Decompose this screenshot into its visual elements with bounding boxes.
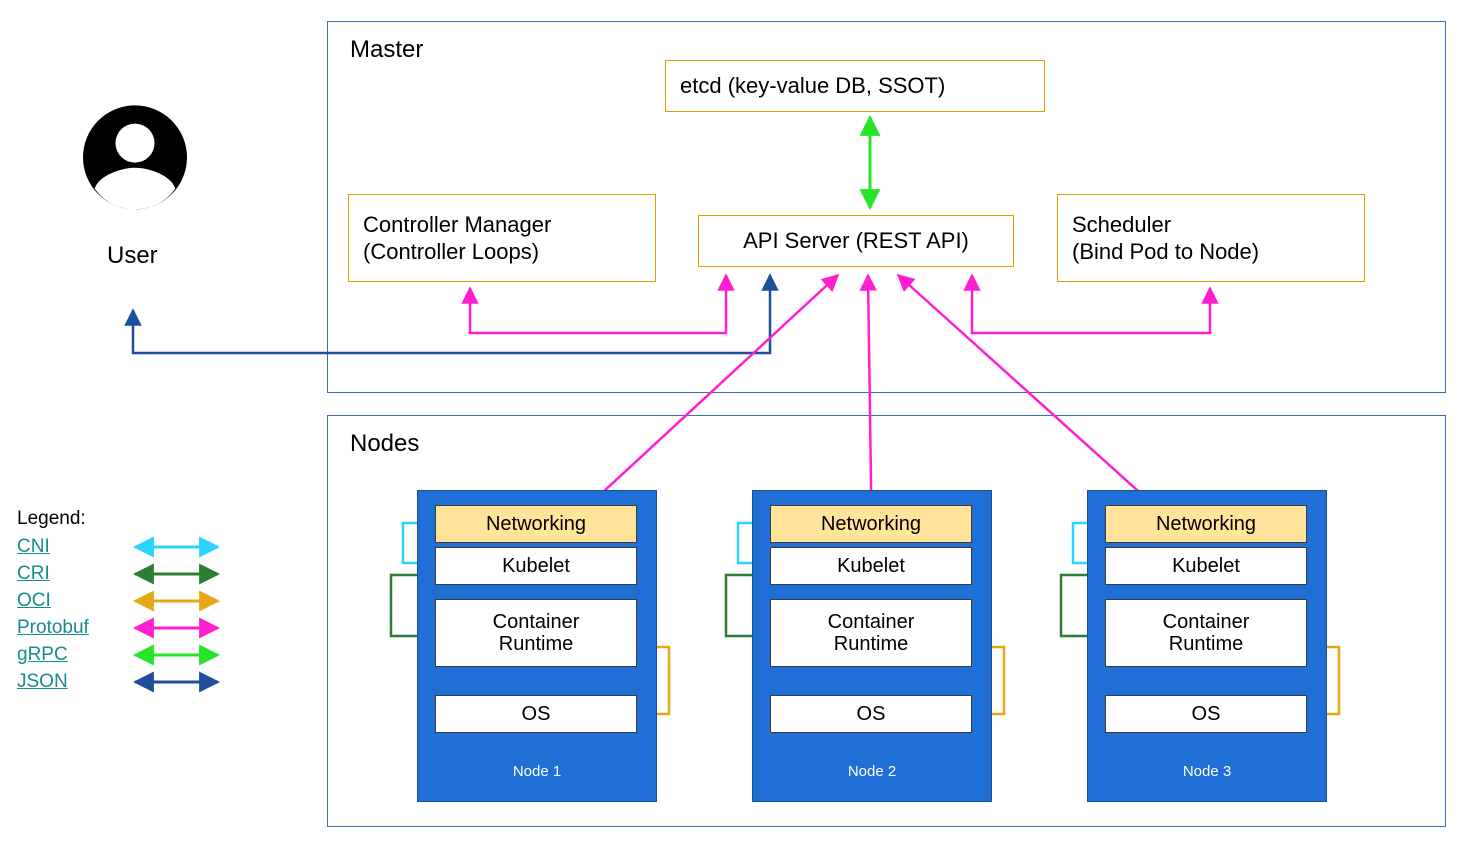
legend-json[interactable]: JSON [17, 671, 68, 692]
controller-l2: (Controller Loops) [363, 238, 539, 266]
scheduler-l1: Scheduler [1072, 211, 1171, 239]
api-box: API Server (REST API) [698, 215, 1014, 267]
node2-networking: Networking [770, 505, 972, 543]
node1-networking: Networking [435, 505, 637, 543]
user-icon [70, 95, 200, 225]
scheduler-l2: (Bind Pod to Node) [1072, 238, 1259, 266]
node3-runtime: ContainerRuntime [1105, 599, 1307, 667]
node1-os: OS [435, 695, 637, 733]
node-3: Networking Kubelet ContainerRuntime OS N… [1087, 490, 1327, 802]
controller-l1: Controller Manager [363, 211, 551, 239]
node2-kubelet: Kubelet [770, 547, 972, 585]
legend-title: Legend: [17, 508, 86, 530]
node3-caption: Node 3 [1088, 763, 1326, 780]
legend-cri[interactable]: CRI [17, 563, 50, 584]
node3-networking: Networking [1105, 505, 1307, 543]
node-1: Networking Kubelet ContainerRuntime OS N… [417, 490, 657, 802]
node3-kubelet: Kubelet [1105, 547, 1307, 585]
node2-os: OS [770, 695, 972, 733]
node1-kubelet: Kubelet [435, 547, 637, 585]
user-label: User [107, 242, 158, 270]
node2-caption: Node 2 [753, 763, 991, 780]
api-label: API Server (REST API) [743, 228, 969, 254]
master-title: Master [350, 36, 423, 64]
node3-os: OS [1105, 695, 1307, 733]
etcd-label: etcd (key-value DB, SSOT) [680, 73, 945, 99]
legend-grpc[interactable]: gRPC [17, 644, 68, 665]
etcd-box: etcd (key-value DB, SSOT) [665, 60, 1045, 112]
node1-runtime: ContainerRuntime [435, 599, 637, 667]
node1-caption: Node 1 [418, 763, 656, 780]
controller-box: Controller Manager (Controller Loops) [348, 194, 656, 282]
node-2: Networking Kubelet ContainerRuntime OS N… [752, 490, 992, 802]
node2-runtime: ContainerRuntime [770, 599, 972, 667]
legend-cni[interactable]: CNI [17, 536, 50, 557]
diagram-canvas: User Master etcd (key-value DB, SSOT) Co… [0, 0, 1475, 852]
legend-oci[interactable]: OCI [17, 590, 51, 611]
nodes-title: Nodes [350, 430, 419, 458]
scheduler-box: Scheduler (Bind Pod to Node) [1057, 194, 1365, 282]
legend-protobuf[interactable]: Protobuf [17, 617, 89, 638]
